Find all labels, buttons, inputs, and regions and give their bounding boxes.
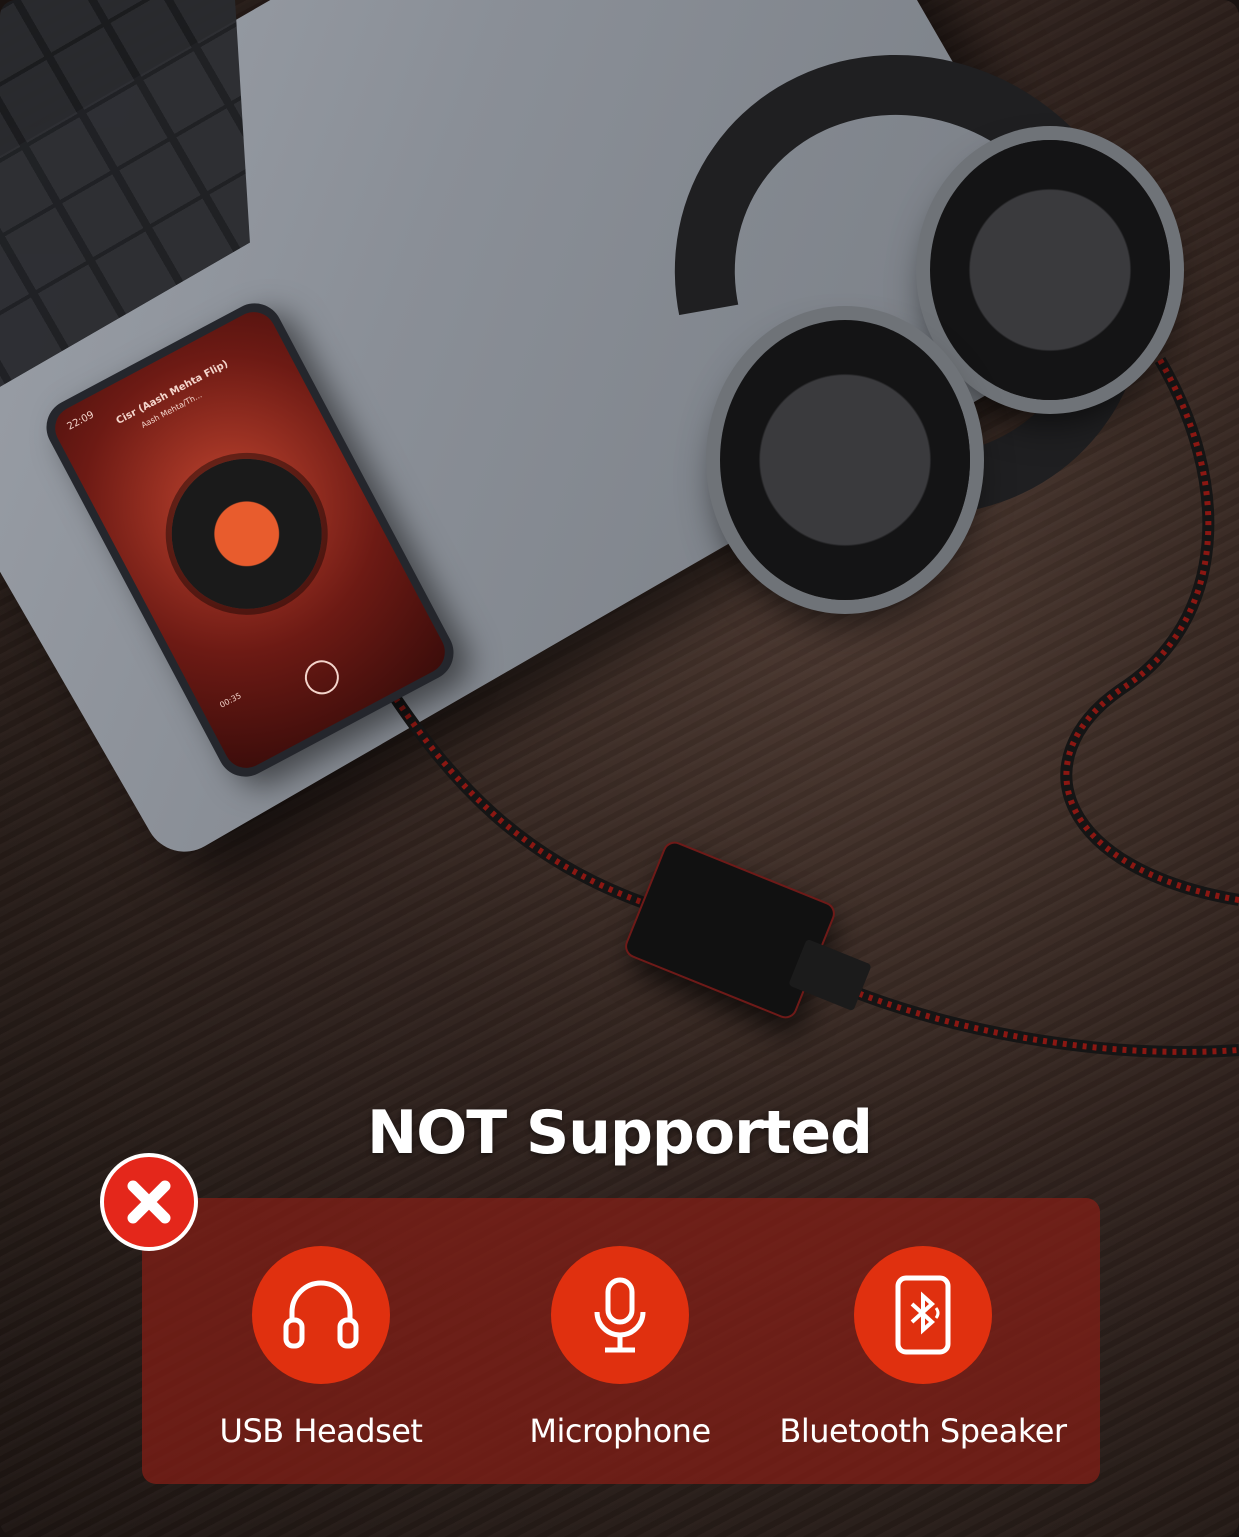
item-label: Bluetooth Speaker bbox=[779, 1412, 1067, 1450]
item-bluetooth-speaker: Bluetooth Speaker bbox=[768, 1246, 1078, 1450]
ear-cup-right bbox=[930, 140, 1170, 400]
item-microphone: Microphone bbox=[470, 1246, 770, 1450]
headphones-icon bbox=[252, 1246, 390, 1384]
vinyl-record bbox=[145, 432, 349, 636]
item-label: USB Headset bbox=[219, 1412, 423, 1450]
bluetooth-speaker-icon bbox=[854, 1246, 992, 1384]
close-x-icon bbox=[100, 1153, 198, 1251]
play-button[interactable] bbox=[298, 654, 345, 701]
ear-cup-left bbox=[720, 320, 970, 600]
not-supported-title: NOT Supported bbox=[367, 1098, 873, 1168]
elapsed-time: 00:35 bbox=[218, 691, 243, 710]
item-label: Microphone bbox=[529, 1412, 711, 1450]
phone-time: 22:09 bbox=[65, 409, 97, 433]
microphone-icon bbox=[551, 1246, 689, 1384]
item-usb-headset: USB Headset bbox=[171, 1246, 471, 1450]
headphones bbox=[584, 0, 1236, 620]
track-title: Cisr (Aash Mehta Flip) bbox=[114, 358, 231, 427]
product-photo: 22:09 Cisr (Aash Mehta Flip) Aash Mehta/… bbox=[0, 0, 1239, 1537]
